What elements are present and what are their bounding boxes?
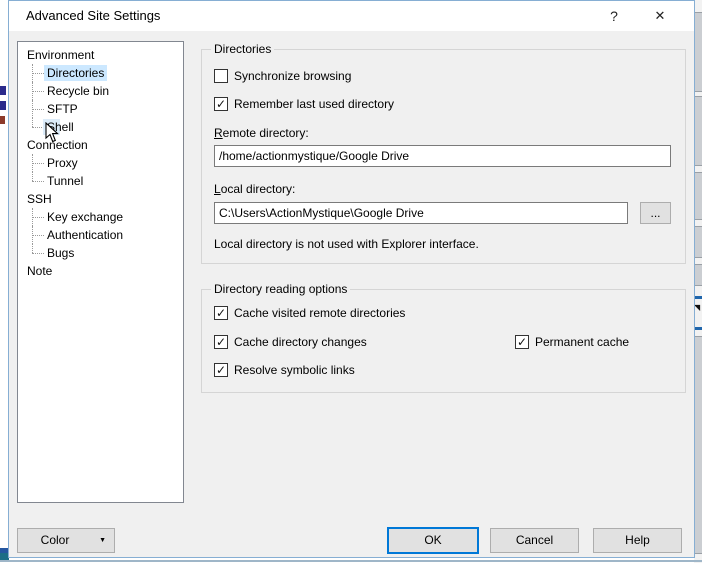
tree-item-label: Proxy <box>44 155 81 171</box>
checkbox-label: Remember last used directory <box>234 97 394 111</box>
tree-item-environment[interactable]: Environment <box>18 46 183 64</box>
background-text-fragment <box>0 86 6 95</box>
tree-item-label: Authentication <box>44 227 126 243</box>
checkbox-synchronize-browsing[interactable]: Synchronize browsing <box>214 69 351 83</box>
tree-connector-line <box>32 118 33 127</box>
checkbox-box[interactable]: ✓ <box>214 363 228 377</box>
tree-item-ssh[interactable]: SSH <box>18 190 183 208</box>
background-scrollbar-segment <box>694 12 702 92</box>
title-bar: Advanced Site Settings ? ✕ <box>9 1 694 31</box>
tree-item-label: SSH <box>24 191 55 207</box>
checkbox-label: Cache visited remote directories <box>234 306 405 320</box>
checkbox-label: Cache directory changes <box>234 335 367 349</box>
checkbox-box[interactable]: ✓ <box>214 335 228 349</box>
background-scrollbar-segment <box>694 172 702 220</box>
remote-directory-input[interactable] <box>214 145 671 167</box>
tree-connector-line <box>32 73 44 74</box>
local-directory-note: Local directory is not used with Explore… <box>214 237 479 251</box>
directories-group: Directories Synchronize browsing ✓ Remem… <box>201 49 686 264</box>
tree-item-directories[interactable]: Directories <box>18 64 183 82</box>
checkbox-cache-visited-remote-directories[interactable]: ✓ Cache visited remote directories <box>214 306 405 320</box>
checkbox-box[interactable] <box>214 69 228 83</box>
tree-item-bugs[interactable]: Bugs <box>18 244 183 262</box>
tree-connector-line <box>32 253 44 254</box>
tree-connector-line <box>32 163 44 164</box>
cancel-button[interactable]: Cancel <box>490 528 579 553</box>
tree-item-label: Key exchange <box>44 209 126 225</box>
remote-directory-label: Remote directory: <box>214 126 309 140</box>
checkbox-box[interactable]: ✓ <box>515 335 529 349</box>
tree-connector-line <box>32 91 44 92</box>
tree-item-label: Note <box>24 263 55 279</box>
tree-item-key-exchange[interactable]: Key exchange <box>18 208 183 226</box>
tree-item-label: SFTP <box>44 101 81 117</box>
tree-item-recycle-bin[interactable]: Recycle bin <box>18 82 183 100</box>
tree-connector-line <box>32 235 44 236</box>
checkbox-box[interactable]: ✓ <box>214 97 228 111</box>
close-icon[interactable]: ✕ <box>648 5 672 27</box>
settings-tree: Environment Directories Recycle bin SFTP She… <box>17 41 184 503</box>
advanced-site-settings-dialog: Advanced Site Settings ? ✕ Environment Di… <box>8 0 695 558</box>
tree-connector-line <box>32 217 44 218</box>
background-window-right-edge: ◥ <box>694 0 702 563</box>
directories-group-title: Directories <box>211 42 274 56</box>
background-scrollbar-segment <box>694 226 702 258</box>
checkbox-cache-directory-changes[interactable]: ✓ Cache directory changes <box>214 335 367 349</box>
background-text-fragment <box>0 116 5 124</box>
directory-reading-options-group: Directory reading options ✓ Cache visite… <box>201 289 686 393</box>
tree-item-label: Directories <box>44 65 107 81</box>
dialog-title: Advanced Site Settings <box>26 8 160 23</box>
background-scrollbar-segment <box>694 264 702 286</box>
tree-item-shell[interactable]: Shell <box>18 118 183 136</box>
tree-item-label: Bugs <box>44 245 77 261</box>
color-button[interactable]: Color ▼ <box>17 528 115 553</box>
checkbox-permanent-cache[interactable]: ✓ Permanent cache <box>515 335 629 349</box>
background-window-bottom-edge <box>0 560 702 562</box>
tree-item-sftp[interactable]: SFTP <box>18 100 183 118</box>
tree-item-connection[interactable]: Connection <box>18 136 183 154</box>
background-blue-line <box>694 296 702 299</box>
tree-item-label: Connection <box>24 137 91 153</box>
tree-item-tunnel[interactable]: Tunnel <box>18 172 183 190</box>
tree-item-proxy[interactable]: Proxy <box>18 154 183 172</box>
tree-item-label: Environment <box>24 47 97 63</box>
help-button[interactable]: Help <box>593 528 682 553</box>
color-button-label: Color <box>18 529 92 552</box>
tree-connector-line <box>32 109 44 110</box>
tree-connector-line <box>32 181 44 182</box>
checkbox-remember-last-used-directory[interactable]: ✓ Remember last used directory <box>214 97 394 111</box>
checkbox-resolve-symbolic-links[interactable]: ✓ Resolve symbolic links <box>214 363 355 377</box>
directory-reading-options-title: Directory reading options <box>211 282 350 296</box>
checkbox-label: Resolve symbolic links <box>234 363 355 377</box>
background-scrollbar-segment <box>694 96 702 166</box>
tree-item-label: Recycle bin <box>44 83 112 99</box>
background-blue-line <box>694 327 702 330</box>
ok-button[interactable]: OK <box>387 527 479 554</box>
local-directory-label: Local directory: <box>214 182 295 196</box>
local-directory-input[interactable] <box>214 202 628 224</box>
tree-item-note[interactable]: Note <box>18 262 183 280</box>
background-text-fragment <box>0 101 6 110</box>
tree-item-label: Tunnel <box>44 173 86 189</box>
checkbox-label: Synchronize browsing <box>234 69 351 83</box>
browse-button[interactable]: ... <box>640 202 671 224</box>
chevron-down-icon: ▼ <box>99 529 106 552</box>
tree-item-authentication[interactable]: Authentication <box>18 226 183 244</box>
tree-connector-line <box>32 172 33 181</box>
checkbox-box[interactable]: ✓ <box>214 306 228 320</box>
background-scrollbar-segment <box>694 336 702 554</box>
checkbox-label: Permanent cache <box>535 335 629 349</box>
tree-item-label: Shell <box>44 119 77 135</box>
help-icon[interactable]: ? <box>602 5 626 27</box>
tree-connector-line <box>32 244 33 253</box>
